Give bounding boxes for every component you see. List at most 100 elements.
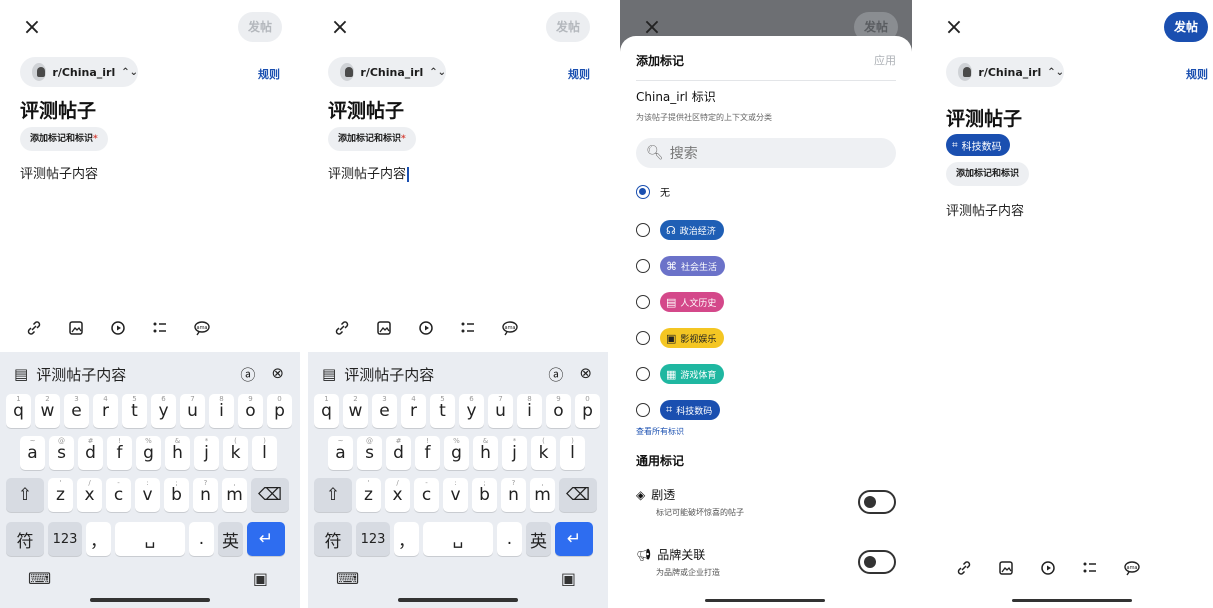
flair-option[interactable]: ⌘ 社会生活 <box>636 256 726 276</box>
keyboard-switch-icon[interactable]: ⌨ <box>28 569 51 588</box>
key-r[interactable]: 4r <box>93 394 118 428</box>
key-j[interactable]: * j <box>194 436 219 470</box>
flair-option[interactable]: ▤ 人文历史 <box>636 292 725 312</box>
handwriting-icon[interactable]: ⓐ <box>548 364 563 385</box>
handwriting-icon[interactable]: ⓐ <box>240 364 255 385</box>
key-s[interactable]: @ s <box>357 436 382 470</box>
key-k[interactable]: (k <box>531 436 556 470</box>
list-icon[interactable] <box>150 318 170 338</box>
key-e[interactable]: 3e <box>64 394 89 428</box>
key-x[interactable]: / x <box>385 478 410 512</box>
video-icon[interactable] <box>1038 558 1058 578</box>
key-u[interactable]: 7u <box>488 394 513 428</box>
shift-key[interactable]: ⇧ <box>314 478 352 512</box>
image-icon[interactable] <box>66 318 86 338</box>
symbols-key[interactable]: 符 <box>314 522 352 556</box>
key-u[interactable]: 7u <box>180 394 205 428</box>
period-key[interactable]: . <box>189 522 214 556</box>
community-selector[interactable]: r/China_irl ⌃⌄ <box>20 57 138 87</box>
post-title[interactable]: 评测帖子 <box>946 104 1022 131</box>
key-v[interactable]: :v <box>135 478 160 512</box>
key-c[interactable]: -c <box>106 478 131 512</box>
key-i[interactable]: 8i <box>209 394 234 428</box>
suggestion-text[interactable]: 评测帖子内容 <box>344 364 434 385</box>
numbers-key[interactable]: 123 <box>48 522 82 556</box>
image-icon[interactable] <box>996 558 1016 578</box>
period-key[interactable]: . <box>497 522 522 556</box>
symbols-key[interactable]: 符 <box>6 522 44 556</box>
key-y[interactable]: 6y <box>459 394 484 428</box>
add-flair-button[interactable]: 添加标记和标识* <box>328 127 416 151</box>
key-a[interactable]: ~ a <box>20 436 45 470</box>
post-title[interactable]: 评测帖子 <box>20 96 96 123</box>
key-g[interactable]: % g <box>444 436 469 470</box>
key-f[interactable]: ! f <box>415 436 440 470</box>
key-p[interactable]: 0p <box>267 394 292 428</box>
key-h[interactable]: & h <box>165 436 190 470</box>
list-icon[interactable] <box>458 318 478 338</box>
ama-icon[interactable]: ama <box>500 318 520 338</box>
key-d[interactable]: # d <box>386 436 411 470</box>
key-x[interactable]: / x <box>77 478 102 512</box>
key-r[interactable]: 4r <box>401 394 426 428</box>
image-icon[interactable] <box>374 318 394 338</box>
link-icon[interactable] <box>954 558 974 578</box>
enter-key[interactable]: ↵ <box>555 522 593 556</box>
key-q[interactable]: 1q <box>6 394 31 428</box>
rules-link[interactable]: 规则 <box>568 66 590 82</box>
spoiler-toggle[interactable] <box>858 490 896 514</box>
key-n[interactable]: ? n <box>501 478 526 512</box>
list-icon[interactable] <box>1080 558 1100 578</box>
flair-option[interactable]: ⌗ 科技数码 <box>636 400 721 420</box>
key-p[interactable]: 0p <box>575 394 600 428</box>
key-b[interactable]: ; b <box>164 478 189 512</box>
key-o[interactable]: 9o <box>238 394 263 428</box>
add-flair-button[interactable]: 添加标记和标识 <box>946 162 1030 186</box>
suggestion-text[interactable]: 评测帖子内容 <box>36 364 126 385</box>
post-body[interactable]: 评测帖子内容 <box>20 163 98 182</box>
ama-icon[interactable]: ama <box>192 318 212 338</box>
language-key[interactable]: 英 <box>218 522 243 556</box>
key-w[interactable]: 2w <box>35 394 60 428</box>
key-y[interactable]: 6y <box>151 394 176 428</box>
community-selector[interactable]: r/China_irl ⌃⌄ <box>946 57 1064 87</box>
key-m[interactable]: ,m <box>222 478 247 512</box>
key-a[interactable]: ~ a <box>328 436 353 470</box>
language-key[interactable]: 英 <box>526 522 551 556</box>
add-flair-button[interactable]: 添加标记和标识* <box>20 127 108 151</box>
close-button[interactable]: × <box>326 14 354 42</box>
shift-key[interactable]: ⇧ <box>6 478 44 512</box>
post-body[interactable]: 评测帖子内容 <box>328 163 410 182</box>
radio-unselected[interactable] <box>636 259 650 273</box>
post-button[interactable]: 发帖 <box>546 12 590 42</box>
keyboard-switch-icon[interactable]: ⌨ <box>336 569 359 588</box>
key-w[interactable]: 2w <box>343 394 368 428</box>
radio-unselected[interactable] <box>636 295 650 309</box>
key-m[interactable]: ,m <box>530 478 555 512</box>
key-d[interactable]: # d <box>78 436 103 470</box>
comma-key[interactable]: ， <box>86 522 111 556</box>
backspace-key[interactable]: ⌫ <box>559 478 597 512</box>
rules-link[interactable]: 规则 <box>258 66 280 82</box>
close-button[interactable]: × <box>18 14 46 42</box>
key-z[interactable]: ' z <box>48 478 73 512</box>
radio-unselected[interactable] <box>636 367 650 381</box>
radio-selected[interactable] <box>636 184 650 199</box>
key-h[interactable]: & h <box>473 436 498 470</box>
key-l[interactable]: ) l <box>252 436 277 470</box>
backspace-key[interactable]: ⌫ <box>251 478 289 512</box>
key-l[interactable]: ) l <box>560 436 585 470</box>
brand-toggle[interactable] <box>858 550 896 574</box>
flair-option-none[interactable]: 无 <box>636 184 670 199</box>
video-icon[interactable] <box>108 318 128 338</box>
key-g[interactable]: % g <box>136 436 161 470</box>
flair-search-input[interactable]: 🔍︎ 搜索 <box>636 138 896 168</box>
post-button[interactable]: 发帖 <box>1164 12 1208 42</box>
video-icon[interactable] <box>416 318 436 338</box>
dismiss-icon[interactable]: ⊗ <box>271 364 284 385</box>
selected-flair-chip[interactable]: ⌗ 科技数码 <box>946 134 1010 156</box>
key-b[interactable]: ; b <box>472 478 497 512</box>
apply-button[interactable]: 应用 <box>874 52 896 68</box>
link-icon[interactable] <box>332 318 352 338</box>
comma-key[interactable]: ， <box>394 522 419 556</box>
